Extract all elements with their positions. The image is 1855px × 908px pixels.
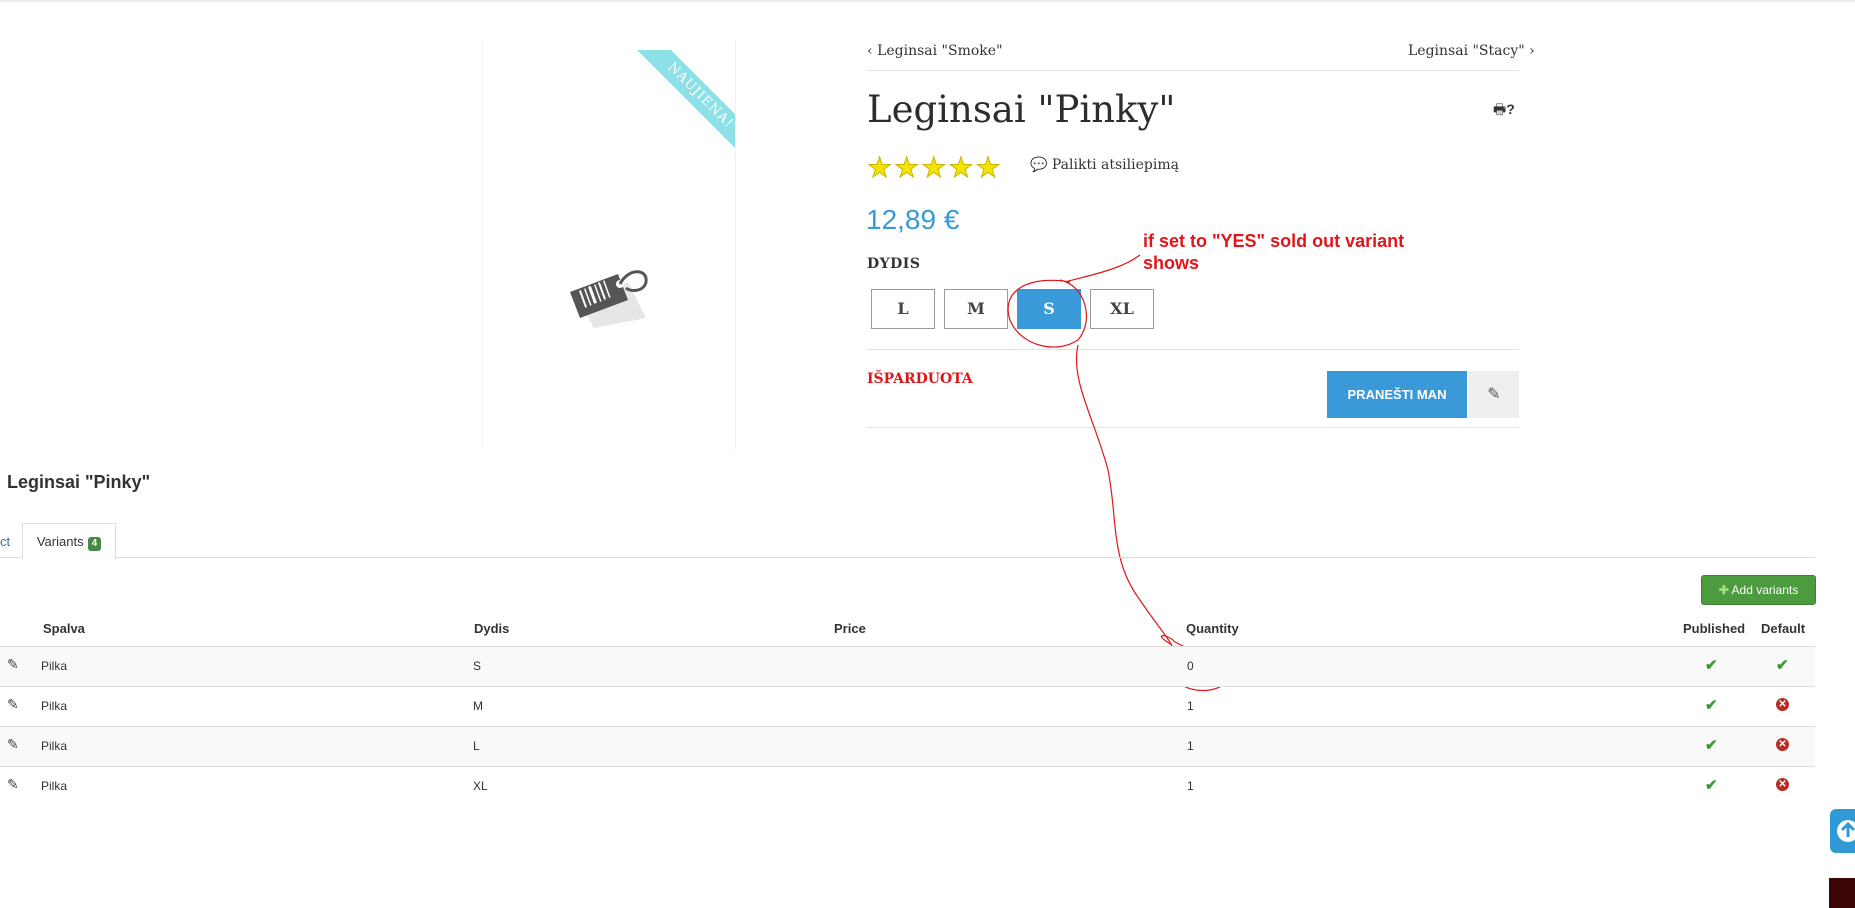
chevron-left-icon: ‹ <box>867 43 873 59</box>
published-check-icon[interactable]: ✔ <box>1705 656 1718 674</box>
table-row: ✎ Pilka L 1 ✔ ✕ <box>0 726 1815 766</box>
cell-spalva: Pilka <box>41 779 68 793</box>
cell-quantity: 1 <box>1187 699 1194 713</box>
column-header-published[interactable]: Published <box>1683 621 1745 636</box>
product-title: Leginsai "Pinky" <box>867 88 1176 131</box>
size-option-xl[interactable]: XL <box>1090 289 1154 329</box>
edit-icon: ✎ <box>1487 386 1501 403</box>
pencil-icon[interactable]: ✎ <box>7 736 19 753</box>
star-icon: ★ <box>948 152 974 183</box>
cell-quantity: 1 <box>1187 739 1194 753</box>
corner-widget <box>1829 878 1855 908</box>
cell-quantity: 1 <box>1187 779 1194 793</box>
next-product-link[interactable]: Leginsai "Stacy" › <box>1408 43 1535 59</box>
pencil-icon[interactable]: ✎ <box>7 656 19 673</box>
column-header-quantity[interactable]: Quantity <box>1186 621 1239 636</box>
column-header-spalva[interactable]: Spalva <box>43 621 85 636</box>
comments-icon: 💬 <box>1030 157 1048 173</box>
edit-button[interactable]: ✎ <box>1469 371 1519 418</box>
not-default-x-icon[interactable]: ✕ <box>1776 778 1789 791</box>
cell-spalva: Pilka <box>41 659 68 673</box>
divider <box>867 427 1519 428</box>
arrow-up-circle-icon <box>1837 820 1855 842</box>
prev-product-link[interactable]: ‹ Leginsai "Smoke" <box>867 43 1003 59</box>
star-icon: ★ <box>894 152 920 183</box>
default-check-icon[interactable]: ✔ <box>1776 656 1789 674</box>
star-icon: ★ <box>866 152 893 183</box>
variant-count-badge: 4 <box>87 537 102 551</box>
top-shadow <box>0 0 1855 3</box>
column-header-default[interactable]: Default <box>1761 621 1805 636</box>
pencil-icon[interactable]: ✎ <box>7 696 19 713</box>
size-option-l[interactable]: L <box>871 289 935 329</box>
admin-product-title: Leginsai "Pinky" <box>7 472 151 492</box>
scroll-to-top-button[interactable] <box>1830 809 1855 853</box>
tab-product[interactable]: ct <box>0 534 10 549</box>
size-label: DYDIS <box>867 256 921 272</box>
table-row: ✎ Pilka XL 1 ✔ ✕ <box>0 766 1815 806</box>
annotation-note: if set to "YES" sold out variant shows <box>1143 231 1405 273</box>
print-icon: 🖶 <box>1493 101 1507 117</box>
size-option-m[interactable]: M <box>944 289 1008 329</box>
cell-dydis: L <box>473 739 480 753</box>
new-ribbon: NAUJIENA! <box>625 50 735 150</box>
cell-dydis: M <box>473 699 483 713</box>
published-check-icon[interactable]: ✔ <box>1705 736 1718 754</box>
size-option-s[interactable]: S <box>1017 289 1081 329</box>
notify-me-button[interactable]: PRANEŠTI MAN <box>1327 371 1467 418</box>
cell-spalva: Pilka <box>41 699 68 713</box>
star-icon: ★ <box>921 152 947 183</box>
column-header-price[interactable]: Price <box>834 621 866 636</box>
column-header-dydis[interactable]: Dydis <box>474 621 509 636</box>
table-row: ✎ Pilka M 1 ✔ ✕ <box>0 686 1815 726</box>
pencil-icon[interactable]: ✎ <box>7 776 19 793</box>
plus-icon: ✚ <box>1718 583 1729 597</box>
tabs-baseline <box>0 557 1815 558</box>
print-button[interactable]: 🖶? <box>1493 99 1515 123</box>
published-check-icon[interactable]: ✔ <box>1705 696 1718 714</box>
chevron-right-icon: › <box>1529 43 1535 59</box>
divider <box>867 349 1519 350</box>
star-icon: ★ <box>975 152 1001 183</box>
cell-spalva: Pilka <box>41 739 68 753</box>
cell-dydis: S <box>473 659 482 673</box>
price-tag-placeholder-icon <box>568 262 652 333</box>
rating-stars[interactable]: ★ ★ ★ ★ ★ <box>866 152 1001 183</box>
tab-variants[interactable]: Variants 4 <box>22 523 116 560</box>
write-review-link[interactable]: 💬 Palikti atsiliepimą <box>1030 157 1179 173</box>
not-default-x-icon[interactable]: ✕ <box>1776 738 1789 751</box>
cell-dydis: XL <box>473 779 488 793</box>
new-ribbon-label: NAUJIENA! <box>631 50 735 150</box>
published-check-icon[interactable]: ✔ <box>1705 776 1718 794</box>
product-price: 12,89 € <box>866 204 960 235</box>
divider <box>867 70 1519 71</box>
not-default-x-icon[interactable]: ✕ <box>1776 698 1789 711</box>
sold-out-label: IŠPARDUOTA <box>867 371 973 387</box>
add-variants-button[interactable]: ✚ Add variants <box>1701 575 1816 605</box>
cell-quantity: 0 <box>1187 659 1194 673</box>
table-row: ✎ Pilka S 0 ✔ ✔ <box>0 646 1815 686</box>
